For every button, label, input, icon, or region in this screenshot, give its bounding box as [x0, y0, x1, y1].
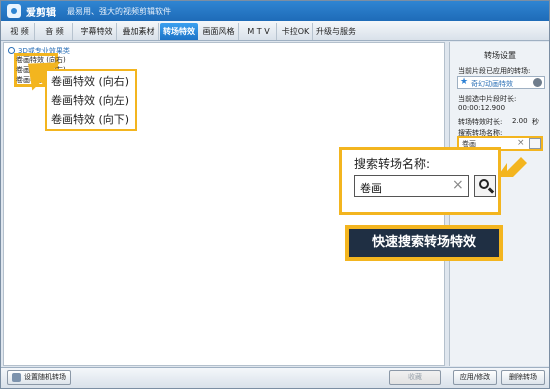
- tab-picture-style[interactable]: 画面风格: [199, 23, 239, 40]
- zoomed-list-item: 卷画特效 (向左): [51, 94, 130, 107]
- title-bar: 爱剪辑 最易用、强大的视频剪辑软件: [1, 1, 549, 21]
- transition-length-label: 转场特效时长:: [458, 118, 503, 126]
- duration-value: 00:00:12.900: [458, 104, 506, 112]
- applied-transition-value: 奇幻动画特效: [471, 80, 513, 88]
- gear-icon[interactable]: [533, 78, 542, 87]
- tab-transition-effects[interactable]: 转场特效: [160, 23, 198, 40]
- search-button[interactable]: [529, 138, 541, 149]
- panel-title: 转场设置: [484, 51, 516, 60]
- star-icon: ★: [460, 77, 469, 87]
- pointer-arrow-right: [497, 157, 527, 177]
- applied-transition-field: ★ 奇幻动画特效: [457, 76, 545, 89]
- collect-button[interactable]: 收藏: [389, 370, 441, 385]
- tab-video[interactable]: 视 频: [5, 23, 35, 40]
- tab-overlay-material[interactable]: 叠加素材: [119, 23, 159, 40]
- clear-icon[interactable]: ×: [517, 138, 525, 148]
- tab-audio[interactable]: 音 频: [37, 23, 73, 40]
- callout-text: 快速搜索转场特效: [349, 229, 499, 257]
- zoomed-list-item: 卷画特效 (向下): [51, 113, 130, 126]
- app-window: 爱剪辑 最易用、强大的视频剪辑软件 视 频 音 频 字幕特效 叠加素材 转场特效…: [0, 0, 550, 389]
- tab-mtv[interactable]: M T V: [241, 23, 277, 40]
- tab-subtitle-effects[interactable]: 字幕特效: [77, 23, 117, 40]
- app-name: 爱剪辑: [26, 8, 56, 19]
- app-logo-icon: [7, 4, 21, 18]
- applied-label: 当前片段已应用的转场:: [458, 67, 531, 75]
- bottom-toolbar: 设置随机转场 收藏 应用/修改 删除转场: [1, 367, 549, 388]
- tab-upgrade-service[interactable]: 升级与服务: [314, 23, 358, 40]
- random-icon: [12, 373, 21, 382]
- search-icon: [474, 175, 496, 197]
- clear-icon: ×: [452, 177, 464, 193]
- tab-karaoke[interactable]: 卡拉OK: [279, 23, 313, 40]
- transition-length-input[interactable]: 2.00: [512, 117, 528, 125]
- zoomed-search-label: 搜索转场名称:: [354, 157, 431, 171]
- zoomed-search: 搜索转场名称: 卷画 ×: [339, 147, 501, 215]
- duration-label: 当前选中片段时长:: [458, 95, 517, 103]
- zoomed-search-value: 卷画: [360, 182, 382, 195]
- main-tabs: 视 频 音 频 字幕特效 叠加素材 转场特效 画面风格 M T V 卡拉OK 升…: [1, 21, 549, 41]
- apply-modify-button[interactable]: 应用/修改: [453, 370, 497, 385]
- app-tagline: 最易用、强大的视频剪辑软件: [67, 7, 171, 16]
- zoomed-search-input: 卷画 ×: [354, 175, 469, 197]
- zoomed-list-item: 卷画特效 (向右): [51, 75, 130, 88]
- set-random-transition-button[interactable]: 设置随机转场: [7, 370, 71, 385]
- zoomed-list: 卷画特效 (向右) 卷画特效 (向左) 卷画特效 (向下): [45, 69, 137, 131]
- transition-length-unit: 秒: [532, 118, 539, 126]
- delete-transition-button[interactable]: 删除转场: [501, 370, 545, 385]
- callout-banner: 快速搜索转场特效: [345, 225, 503, 261]
